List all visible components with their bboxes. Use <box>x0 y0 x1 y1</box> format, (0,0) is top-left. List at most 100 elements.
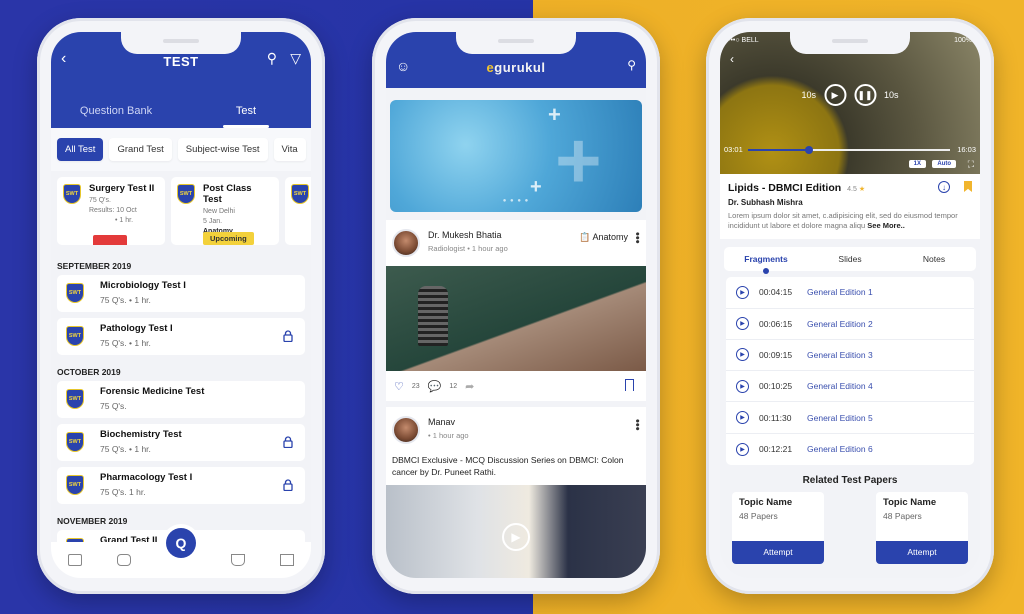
item-title: Biochemistry Test <box>100 429 182 440</box>
tab-fragments[interactable]: Fragments <box>724 247 808 271</box>
fragment-item[interactable]: ▶ 00:10:25 General Edition 4 <box>726 371 974 403</box>
teacher-figure <box>418 286 448 346</box>
attempt-button[interactable]: Attempt <box>876 541 968 565</box>
seek-bar[interactable] <box>748 146 950 154</box>
fragment-item[interactable]: ▶ 00:11:30 General Edition 5 <box>726 402 974 434</box>
fragment-item[interactable]: ▶ 00:04:15 General Edition 1 <box>726 277 974 309</box>
leaderboard-icon[interactable] <box>279 554 294 566</box>
user-icon[interactable]: ☺ <box>396 58 410 74</box>
test-list-item[interactable]: SWT Biochemistry Test 75 Q's. • 1 hr. <box>57 424 305 461</box>
fragment-name: General Edition 2 <box>807 318 873 329</box>
lecture-author: Dr. Subhash Mishra <box>728 198 803 207</box>
cup-icon[interactable] <box>230 554 245 566</box>
featured-card-partial[interactable]: SWT <box>285 177 311 245</box>
paper-title: Topic Name <box>739 497 793 509</box>
featured-card[interactable]: SWT Surgery Test II 75 Q's. Results: 10 … <box>57 177 165 245</box>
comment-icon[interactable]: 💬 <box>428 380 442 393</box>
lock-icon <box>283 330 293 342</box>
chip-vita[interactable]: Vita <box>273 138 306 161</box>
play-icon[interactable]: ▶ <box>502 522 530 551</box>
play-icon[interactable]: ▶ <box>736 285 749 299</box>
section-heading: NOVEMBER 2019 <box>57 516 128 526</box>
play-icon[interactable]: ▶ <box>736 317 749 331</box>
play-icon[interactable]: ▶ <box>736 411 749 425</box>
see-more-link[interactable]: See More.. <box>867 221 905 230</box>
fragment-name: General Edition 5 <box>807 412 873 423</box>
news-icon[interactable] <box>68 554 83 566</box>
speed-button[interactable]: 1X <box>908 160 926 168</box>
play-icon[interactable]: ▶ <box>736 379 749 393</box>
fragment-item[interactable]: ▶ 00:09:15 General Edition 3 <box>726 340 974 372</box>
card-location: New Delhi <box>203 208 235 215</box>
play-icon[interactable]: ▶ <box>736 442 749 456</box>
swt-badge-icon: SWT <box>66 475 84 495</box>
carousel-dots[interactable]: ● ● ● ● <box>503 198 530 204</box>
more-icon[interactable]: ••• <box>631 232 643 244</box>
lock-icon <box>283 436 293 448</box>
feed-post: Manav • 1 hour ago ••• DBMCI Exclusive -… <box>386 407 646 578</box>
filter-chips: All Test Grand Test Subject-wise Test Vi… <box>51 128 311 171</box>
post-image[interactable] <box>386 266 646 371</box>
fullscreen-icon[interactable]: ⛶ <box>968 159 974 170</box>
tab-slides[interactable]: Slides <box>808 247 892 271</box>
fragment-item[interactable]: ▶ 00:06:15 General Edition 2 <box>726 309 974 340</box>
post-text: DBMCI Exclusive - MCQ Discussion Series … <box>392 455 624 477</box>
lecture-info: Lipids - DBMCI Edition 4.5 ★ Dr. Subhash … <box>720 174 980 240</box>
play-icon[interactable]: ▶ <box>736 348 749 362</box>
fragment-name: General Edition 6 <box>807 444 873 455</box>
featured-card[interactable]: SWT Post Class Test New Delhi 5 Jan. Ana… <box>171 177 279 245</box>
logo-text: gurukul <box>494 60 546 75</box>
filter-icon[interactable]: ▽ <box>290 50 301 67</box>
test-list-item[interactable]: SWT Microbiology Test I 75 Q's. • 1 hr. <box>57 275 305 312</box>
video-icon[interactable] <box>117 554 132 566</box>
fragment-item[interactable]: ▶ 00:12:21 General Edition 6 <box>726 434 974 465</box>
status-bar <box>93 235 127 245</box>
tab-notes[interactable]: Notes <box>892 247 976 271</box>
like-icon[interactable]: ♡ <box>394 380 404 393</box>
tab-test[interactable]: Test <box>181 98 311 128</box>
more-icon[interactable]: ••• <box>631 419 643 431</box>
chip-grand-test[interactable]: Grand Test <box>109 138 172 161</box>
screen: ‹ TEST ⚲ ▽ Question Bank Test All Test G… <box>51 32 311 578</box>
tab-question-bank[interactable]: Question Bank <box>51 98 181 128</box>
related-heading: Related Test Papers <box>802 475 898 487</box>
search-icon[interactable]: ⚲ <box>627 58 636 72</box>
back-icon[interactable]: ‹ <box>730 52 734 66</box>
item-sub: 75 Q's. • 1 hr. <box>100 444 151 454</box>
swt-badge-icon: SWT <box>66 326 84 346</box>
bookmark-icon[interactable] <box>625 379 634 391</box>
banner-carousel[interactable]: + + + ● ● ● ● <box>390 100 642 212</box>
quality-button[interactable]: Auto <box>932 160 956 168</box>
avatar[interactable] <box>392 229 420 257</box>
seek-handle[interactable] <box>804 146 813 154</box>
item-sub: 75 Q's. <box>100 401 127 411</box>
card-results: Results: 10 Oct <box>89 207 137 214</box>
playback-controls: 10s ▶ ❚❚ 10s <box>801 84 899 106</box>
search-icon[interactable]: ⚲ <box>267 50 277 67</box>
share-icon[interactable]: ➦ <box>465 380 474 393</box>
test-list-item[interactable]: SWT Forensic Medicine Test 75 Q's. <box>57 381 305 418</box>
forward-icon[interactable]: 10s <box>884 90 899 100</box>
fragment-time: 00:04:15 <box>759 287 793 298</box>
pause-icon[interactable]: ❚❚ <box>854 84 876 106</box>
card-duration: • 1 hr. <box>115 217 134 224</box>
post-author[interactable]: Manav <box>428 417 646 427</box>
chip-subject-wise-test[interactable]: Subject-wise Test <box>177 138 268 161</box>
download-icon[interactable]: ↓ <box>938 181 950 193</box>
test-list-item[interactable]: SWT Pharmacology Test I 75 Q's. 1 hr. <box>57 467 305 504</box>
play-icon[interactable]: ▶ <box>824 84 846 106</box>
fragment-name: General Edition 3 <box>807 349 873 360</box>
avatar[interactable] <box>392 416 420 444</box>
post-video[interactable]: ▶ <box>386 484 646 578</box>
q-button[interactable]: Q <box>166 528 196 558</box>
test-list-item[interactable]: SWT Pathology Test I 75 Q's. • 1 hr. <box>57 318 305 355</box>
section-heading: OCTOBER 2019 <box>57 367 121 377</box>
rewind-icon[interactable]: 10s <box>801 90 816 100</box>
attempt-button[interactable]: Attempt <box>732 541 824 565</box>
notch <box>456 32 576 54</box>
related-papers: Topic Name 48 Papers Attempt Topic Name … <box>720 486 980 570</box>
swt-badge-icon: SWT <box>66 389 84 409</box>
chip-all-test[interactable]: All Test <box>57 138 104 161</box>
item-title: Pharmacology Test I <box>100 472 193 483</box>
subject-tag[interactable]: 📋 Anatomy <box>579 232 628 243</box>
